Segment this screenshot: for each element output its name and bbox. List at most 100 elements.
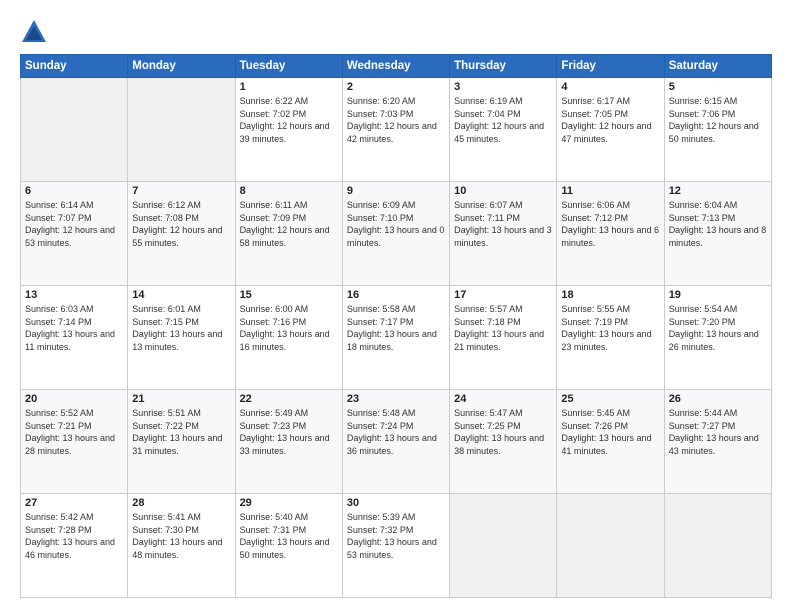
- calendar-cell: 2 Sunrise: 6:20 AM Sunset: 7:03 PM Dayli…: [342, 78, 449, 182]
- sunset-text: Sunset: 7:16 PM: [240, 317, 307, 327]
- day-number: 5: [669, 81, 767, 93]
- header: [20, 18, 772, 46]
- sunrise-text: Sunrise: 5:57 AM: [454, 304, 523, 314]
- day-info: Sunrise: 6:22 AM Sunset: 7:02 PM Dayligh…: [240, 95, 338, 145]
- sunrise-text: Sunrise: 5:51 AM: [132, 408, 201, 418]
- col-monday: Monday: [128, 55, 235, 78]
- calendar-cell: 5 Sunrise: 6:15 AM Sunset: 7:06 PM Dayli…: [664, 78, 771, 182]
- daylight-text: Daylight: 13 hours and 8 minutes.: [669, 225, 767, 248]
- calendar-cell: [664, 494, 771, 598]
- sunset-text: Sunset: 7:02 PM: [240, 109, 307, 119]
- day-info: Sunrise: 6:11 AM Sunset: 7:09 PM Dayligh…: [240, 199, 338, 249]
- calendar: Sunday Monday Tuesday Wednesday Thursday…: [20, 54, 772, 598]
- daylight-text: Daylight: 13 hours and 46 minutes.: [25, 537, 115, 560]
- col-sunday: Sunday: [21, 55, 128, 78]
- day-info: Sunrise: 5:45 AM Sunset: 7:26 PM Dayligh…: [561, 407, 659, 457]
- calendar-week-4: 20 Sunrise: 5:52 AM Sunset: 7:21 PM Dayl…: [21, 390, 772, 494]
- day-info: Sunrise: 5:47 AM Sunset: 7:25 PM Dayligh…: [454, 407, 552, 457]
- daylight-text: Daylight: 13 hours and 43 minutes.: [669, 433, 759, 456]
- day-info: Sunrise: 5:41 AM Sunset: 7:30 PM Dayligh…: [132, 511, 230, 561]
- sunrise-text: Sunrise: 5:52 AM: [25, 408, 94, 418]
- day-info: Sunrise: 5:49 AM Sunset: 7:23 PM Dayligh…: [240, 407, 338, 457]
- sunrise-text: Sunrise: 6:15 AM: [669, 96, 738, 106]
- daylight-text: Daylight: 13 hours and 0 minutes.: [347, 225, 445, 248]
- sunset-text: Sunset: 7:06 PM: [669, 109, 736, 119]
- sunset-text: Sunset: 7:23 PM: [240, 421, 307, 431]
- daylight-text: Daylight: 13 hours and 16 minutes.: [240, 329, 330, 352]
- sunset-text: Sunset: 7:28 PM: [25, 525, 92, 535]
- calendar-cell: 8 Sunrise: 6:11 AM Sunset: 7:09 PM Dayli…: [235, 182, 342, 286]
- day-info: Sunrise: 6:06 AM Sunset: 7:12 PM Dayligh…: [561, 199, 659, 249]
- daylight-text: Daylight: 12 hours and 58 minutes.: [240, 225, 330, 248]
- sunset-text: Sunset: 7:12 PM: [561, 213, 628, 223]
- day-info: Sunrise: 6:07 AM Sunset: 7:11 PM Dayligh…: [454, 199, 552, 249]
- sunset-text: Sunset: 7:08 PM: [132, 213, 199, 223]
- calendar-header: Sunday Monday Tuesday Wednesday Thursday…: [21, 55, 772, 78]
- sunrise-text: Sunrise: 6:11 AM: [240, 200, 308, 210]
- daylight-text: Daylight: 13 hours and 26 minutes.: [669, 329, 759, 352]
- calendar-cell: 17 Sunrise: 5:57 AM Sunset: 7:18 PM Dayl…: [450, 286, 557, 390]
- daylight-text: Daylight: 13 hours and 21 minutes.: [454, 329, 544, 352]
- sunrise-text: Sunrise: 6:09 AM: [347, 200, 416, 210]
- calendar-cell: 27 Sunrise: 5:42 AM Sunset: 7:28 PM Dayl…: [21, 494, 128, 598]
- calendar-cell: 14 Sunrise: 6:01 AM Sunset: 7:15 PM Dayl…: [128, 286, 235, 390]
- calendar-cell: 13 Sunrise: 6:03 AM Sunset: 7:14 PM Dayl…: [21, 286, 128, 390]
- day-number: 10: [454, 185, 552, 197]
- sunset-text: Sunset: 7:14 PM: [25, 317, 92, 327]
- sunrise-text: Sunrise: 5:39 AM: [347, 512, 416, 522]
- sunset-text: Sunset: 7:13 PM: [669, 213, 736, 223]
- daylight-text: Daylight: 13 hours and 13 minutes.: [132, 329, 222, 352]
- calendar-cell: 6 Sunrise: 6:14 AM Sunset: 7:07 PM Dayli…: [21, 182, 128, 286]
- day-number: 8: [240, 185, 338, 197]
- sunset-text: Sunset: 7:25 PM: [454, 421, 521, 431]
- calendar-week-1: 1 Sunrise: 6:22 AM Sunset: 7:02 PM Dayli…: [21, 78, 772, 182]
- day-info: Sunrise: 6:04 AM Sunset: 7:13 PM Dayligh…: [669, 199, 767, 249]
- day-number: 29: [240, 497, 338, 509]
- daylight-text: Daylight: 12 hours and 55 minutes.: [132, 225, 222, 248]
- sunrise-text: Sunrise: 6:01 AM: [132, 304, 201, 314]
- sunrise-text: Sunrise: 5:42 AM: [25, 512, 94, 522]
- calendar-cell: 30 Sunrise: 5:39 AM Sunset: 7:32 PM Dayl…: [342, 494, 449, 598]
- calendar-cell: 15 Sunrise: 6:00 AM Sunset: 7:16 PM Dayl…: [235, 286, 342, 390]
- sunrise-text: Sunrise: 5:49 AM: [240, 408, 309, 418]
- calendar-cell: 29 Sunrise: 5:40 AM Sunset: 7:31 PM Dayl…: [235, 494, 342, 598]
- sunset-text: Sunset: 7:22 PM: [132, 421, 199, 431]
- sunrise-text: Sunrise: 5:48 AM: [347, 408, 416, 418]
- sunset-text: Sunset: 7:21 PM: [25, 421, 92, 431]
- daylight-text: Daylight: 13 hours and 33 minutes.: [240, 433, 330, 456]
- sunset-text: Sunset: 7:05 PM: [561, 109, 628, 119]
- day-info: Sunrise: 6:14 AM Sunset: 7:07 PM Dayligh…: [25, 199, 123, 249]
- daylight-text: Daylight: 13 hours and 36 minutes.: [347, 433, 437, 456]
- day-number: 6: [25, 185, 123, 197]
- sunset-text: Sunset: 7:17 PM: [347, 317, 414, 327]
- day-number: 14: [132, 289, 230, 301]
- page: Sunday Monday Tuesday Wednesday Thursday…: [0, 0, 792, 612]
- day-info: Sunrise: 5:39 AM Sunset: 7:32 PM Dayligh…: [347, 511, 445, 561]
- calendar-cell: 24 Sunrise: 5:47 AM Sunset: 7:25 PM Dayl…: [450, 390, 557, 494]
- logo-icon: [20, 18, 48, 46]
- sunset-text: Sunset: 7:30 PM: [132, 525, 199, 535]
- daylight-text: Daylight: 12 hours and 39 minutes.: [240, 121, 330, 144]
- calendar-cell: 20 Sunrise: 5:52 AM Sunset: 7:21 PM Dayl…: [21, 390, 128, 494]
- sunrise-text: Sunrise: 5:55 AM: [561, 304, 630, 314]
- day-info: Sunrise: 5:52 AM Sunset: 7:21 PM Dayligh…: [25, 407, 123, 457]
- day-number: 7: [132, 185, 230, 197]
- sunrise-text: Sunrise: 6:12 AM: [132, 200, 201, 210]
- daylight-text: Daylight: 13 hours and 3 minutes.: [454, 225, 552, 248]
- sunset-text: Sunset: 7:24 PM: [347, 421, 414, 431]
- sunset-text: Sunset: 7:04 PM: [454, 109, 521, 119]
- daylight-text: Daylight: 13 hours and 41 minutes.: [561, 433, 651, 456]
- sunset-text: Sunset: 7:18 PM: [454, 317, 521, 327]
- sunrise-text: Sunrise: 5:58 AM: [347, 304, 416, 314]
- calendar-cell: 3 Sunrise: 6:19 AM Sunset: 7:04 PM Dayli…: [450, 78, 557, 182]
- day-number: 4: [561, 81, 659, 93]
- daylight-text: Daylight: 13 hours and 50 minutes.: [240, 537, 330, 560]
- day-info: Sunrise: 5:42 AM Sunset: 7:28 PM Dayligh…: [25, 511, 123, 561]
- sunrise-text: Sunrise: 6:06 AM: [561, 200, 630, 210]
- col-wednesday: Wednesday: [342, 55, 449, 78]
- sunrise-text: Sunrise: 5:47 AM: [454, 408, 523, 418]
- calendar-cell: [557, 494, 664, 598]
- day-info: Sunrise: 6:12 AM Sunset: 7:08 PM Dayligh…: [132, 199, 230, 249]
- day-info: Sunrise: 5:48 AM Sunset: 7:24 PM Dayligh…: [347, 407, 445, 457]
- daylight-text: Daylight: 13 hours and 28 minutes.: [25, 433, 115, 456]
